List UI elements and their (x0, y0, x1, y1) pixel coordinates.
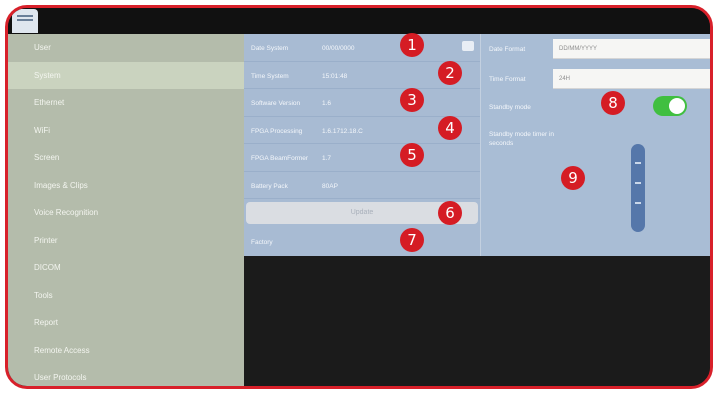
fpga-beamformer-label: FPGA BeamFormer (251, 155, 309, 162)
sidebar-item-remote-access[interactable]: Remote Access (8, 337, 244, 365)
time-format-label: Time Format (489, 76, 526, 83)
app-logo-icon[interactable] (12, 9, 38, 33)
main-content: Date System 00/00/0000 Time System 15:01… (244, 34, 710, 386)
top-bar (8, 8, 710, 34)
callout-badge-2: 2 (438, 61, 462, 85)
time-system-label: Time System (251, 72, 289, 80)
date-system-value[interactable]: 00/00/0000 (322, 45, 355, 52)
software-version-row: Software Version 1.6 (244, 89, 480, 117)
date-format-select[interactable]: DD/MM/YYYY (553, 39, 710, 59)
date-system-label: Date System (251, 45, 289, 52)
battery-pack-label: Battery Pack (251, 182, 288, 190)
factory-reset-link[interactable]: Factory (251, 239, 273, 246)
sidebar-item-dicom[interactable]: DICOM (8, 254, 244, 282)
sidebar-item-report[interactable]: Report (8, 309, 244, 337)
date-format-label: Date Format (489, 46, 526, 53)
sidebar-item-user[interactable]: User (8, 34, 244, 62)
standby-timer-label: Standby mode timer in seconds (489, 131, 555, 147)
battery-pack-value: 80AP (322, 182, 338, 190)
picker-tick (635, 162, 641, 164)
sidebar-item-user-protocols[interactable]: User Protocols (8, 364, 244, 386)
callout-badge-9: 9 (561, 166, 585, 190)
sidebar-item-ethernet[interactable]: Ethernet (8, 89, 244, 117)
software-version-value: 1.6 (322, 100, 332, 107)
software-version-label: Software Version (251, 100, 301, 107)
standby-mode-toggle[interactable] (653, 96, 687, 116)
sidebar-item-system[interactable]: System (8, 61, 244, 89)
standby-timer-picker[interactable] (631, 144, 645, 232)
callout-badge-3: 3 (400, 88, 424, 112)
screenshot-frame: User System Ethernet WiFi Screen Images … (5, 5, 713, 389)
time-system-value[interactable]: 15:01:48 (322, 73, 347, 80)
date-system-row[interactable]: Date System 00/00/0000 (244, 34, 480, 62)
sidebar: User System Ethernet WiFi Screen Images … (8, 34, 244, 386)
format-settings-panel: Date Format DD/MM/YYYY Time Format 24H S… (480, 34, 710, 256)
sidebar-item-tools[interactable]: Tools (8, 282, 244, 310)
fpga-processing-value: 1.6.1712.18.C (322, 127, 363, 135)
callout-badge-4: 4 (438, 116, 462, 140)
sidebar-item-printer[interactable]: Printer (8, 227, 244, 255)
callout-badge-8: 8 (601, 91, 625, 115)
standby-mode-label: Standby mode (489, 104, 531, 111)
fpga-beamformer-value: 1.7 (322, 155, 332, 162)
calendar-icon[interactable] (462, 41, 474, 51)
callout-badge-7: 7 (400, 228, 424, 252)
toggle-knob (669, 98, 685, 114)
sidebar-item-images-clips[interactable]: Images & Clips (8, 172, 244, 200)
fpga-beamformer-row: FPGA BeamFormer 1.7 (244, 144, 480, 172)
callout-badge-5: 5 (400, 143, 424, 167)
picker-tick (635, 182, 641, 184)
sidebar-item-screen[interactable]: Screen (8, 144, 244, 172)
battery-pack-row: Battery Pack 80AP (244, 172, 480, 199)
fpga-processing-label: FPGA Processing (251, 127, 303, 135)
callout-badge-1: 1 (400, 33, 424, 57)
sidebar-item-voice-recognition[interactable]: Voice Recognition (8, 199, 244, 227)
callout-badge-6: 6 (438, 201, 462, 225)
sidebar-item-wifi[interactable]: WiFi (8, 117, 244, 145)
time-format-select[interactable]: 24H (553, 69, 710, 89)
picker-tick (635, 202, 641, 204)
